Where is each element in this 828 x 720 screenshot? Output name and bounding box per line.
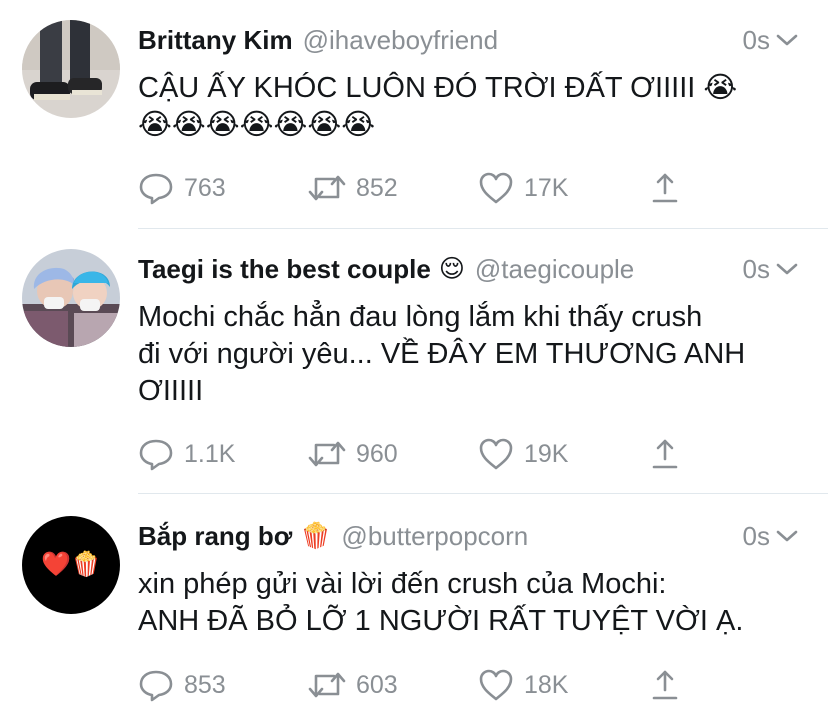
retweet-icon bbox=[308, 672, 346, 698]
retweet-count: 603 bbox=[356, 670, 398, 699]
tweet-text: Mochi chắc hẳn đau lòng lắm khi thấy cru… bbox=[138, 301, 746, 407]
like-icon bbox=[479, 438, 513, 470]
timestamp: 0s bbox=[743, 25, 798, 56]
display-name[interactable]: Brittany Kim bbox=[138, 25, 293, 56]
share-button[interactable] bbox=[650, 436, 680, 472]
retweet-icon bbox=[308, 175, 346, 201]
reply-button[interactable]: 853 bbox=[138, 667, 226, 703]
retweet-count: 852 bbox=[356, 173, 398, 202]
tweet-actions: 763 852 17K bbox=[138, 170, 698, 206]
reply-count: 763 bbox=[184, 173, 226, 202]
username-handle[interactable]: @butterpopcorn bbox=[341, 521, 528, 552]
reply-icon bbox=[139, 173, 173, 205]
like-count: 18K bbox=[524, 670, 569, 699]
share-button[interactable] bbox=[650, 170, 680, 206]
chevron-down-icon[interactable] bbox=[776, 529, 798, 543]
tweet-header: Brittany Kim @ihaveboyfriend 0s bbox=[138, 21, 798, 59]
tweet-actions: 1.1K 960 19K bbox=[138, 436, 698, 472]
reply-icon bbox=[139, 670, 173, 702]
display-name[interactable]: Bắp rang bơ bbox=[138, 521, 292, 552]
share-icon bbox=[652, 670, 678, 700]
avatar-emojis: ❤️🍿 bbox=[41, 551, 101, 578]
retweet-button[interactable]: 960 bbox=[308, 436, 398, 472]
like-button[interactable]: 18K bbox=[478, 667, 568, 703]
tweet-3[interactable]: ❤️🍿 Bắp rang bơ 🍿 @butterpopcorn 0s xin … bbox=[0, 494, 828, 720]
like-icon bbox=[479, 172, 513, 204]
time-label: 0s bbox=[742, 520, 770, 551]
like-count: 17K bbox=[524, 173, 569, 202]
tweet-actions: 853 603 18K bbox=[138, 667, 698, 703]
retweet-count: 960 bbox=[356, 439, 398, 468]
display-name[interactable]: Taegi is the best couple bbox=[138, 254, 431, 285]
tweet-text: CẬU ẤY KHÓC LUÔN ĐÓ TRỜI ĐẤT ƠIIIII 😭 😭😭… bbox=[138, 72, 738, 141]
timestamp: 0s bbox=[743, 254, 798, 285]
tweet-2[interactable]: Taegi is the best couple 😌 @taegicouple … bbox=[0, 229, 828, 493]
share-icon bbox=[652, 173, 678, 203]
tweet-text: xin phép gửi vài lời đến crush của Mochi… bbox=[138, 568, 744, 637]
reply-icon bbox=[139, 439, 173, 471]
retweet-icon bbox=[308, 441, 346, 467]
like-icon bbox=[479, 669, 513, 701]
tweet-1[interactable]: Brittany Kim @ihaveboyfriend 0s CẬU ẤY K… bbox=[0, 0, 828, 230]
like-button[interactable]: 19K bbox=[478, 436, 568, 472]
name-emoji: 😌 bbox=[438, 255, 465, 283]
avatar[interactable]: ❤️🍿 bbox=[22, 516, 120, 614]
share-icon bbox=[652, 439, 678, 469]
name-emoji: 🍿 bbox=[300, 521, 332, 550]
reply-button[interactable]: 1.1K bbox=[138, 436, 235, 472]
username-handle[interactable]: @ihaveboyfriend bbox=[303, 25, 499, 56]
chevron-down-icon[interactable] bbox=[776, 262, 798, 276]
avatar[interactable] bbox=[22, 20, 120, 118]
reply-count: 1.1K bbox=[184, 439, 236, 468]
tweet-header: Taegi is the best couple 😌 @taegicouple … bbox=[138, 250, 798, 288]
reply-count: 853 bbox=[184, 670, 226, 699]
share-button[interactable] bbox=[650, 667, 680, 703]
retweet-button[interactable]: 603 bbox=[308, 667, 398, 703]
avatar-photo-legs bbox=[22, 20, 120, 118]
timestamp: 0s bbox=[743, 521, 798, 552]
avatar[interactable] bbox=[22, 249, 120, 347]
retweet-button[interactable]: 852 bbox=[308, 170, 398, 206]
time-label: 0s bbox=[742, 253, 770, 284]
username-handle[interactable]: @taegicouple bbox=[475, 254, 634, 285]
chevron-down-icon[interactable] bbox=[776, 33, 798, 47]
like-count: 19K bbox=[524, 439, 569, 468]
like-button[interactable]: 17K bbox=[478, 170, 568, 206]
tweet-header: Bắp rang bơ 🍿 @butterpopcorn 0s bbox=[138, 517, 798, 555]
time-label: 0s bbox=[742, 24, 770, 55]
avatar-photo-couple bbox=[22, 249, 120, 347]
reply-button[interactable]: 763 bbox=[138, 170, 226, 206]
